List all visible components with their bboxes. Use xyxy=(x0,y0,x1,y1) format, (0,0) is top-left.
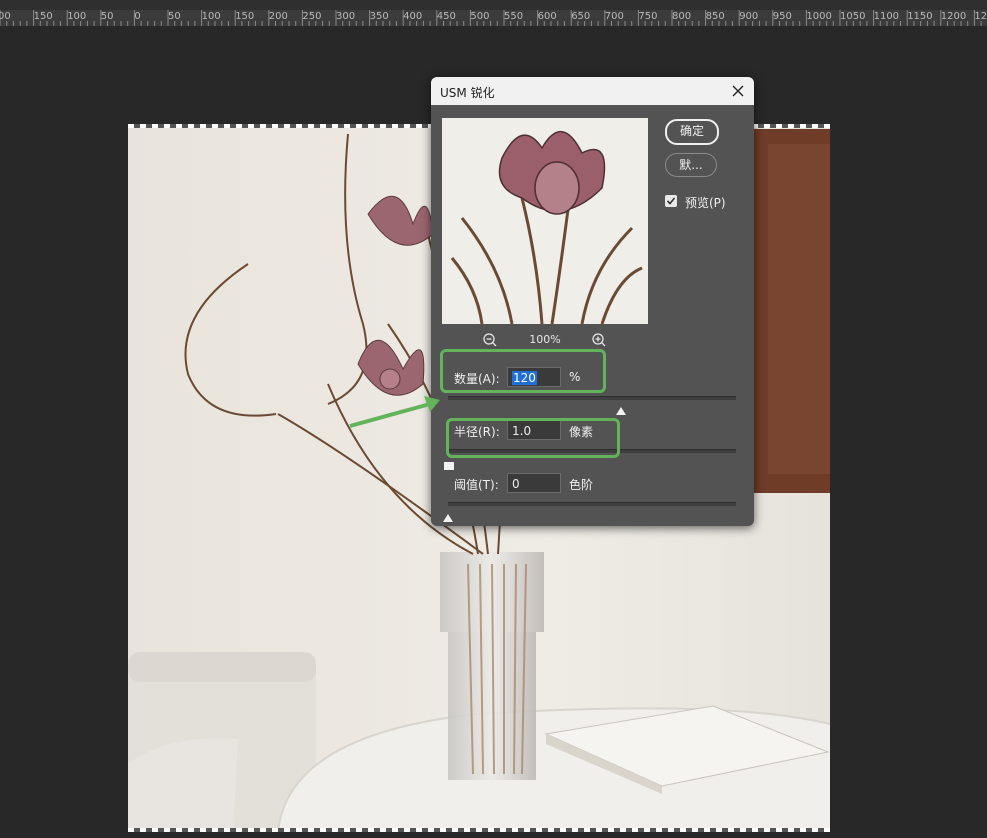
ruler-label: 400 xyxy=(403,11,423,22)
ruler-label: 450 xyxy=(436,11,456,22)
ruler-label: 1200 xyxy=(940,11,967,22)
zoom-in-icon[interactable] xyxy=(591,332,607,348)
amount-highlight-box xyxy=(440,349,606,393)
ruler-label: 150 xyxy=(235,11,255,22)
ruler-label: 50 xyxy=(100,11,114,22)
radius-highlight-box xyxy=(446,418,620,458)
ruler-label: 300 xyxy=(336,11,356,22)
dialog-titlebar[interactable]: USM 锐化 xyxy=(431,77,754,105)
ruler-label: 1250 xyxy=(974,11,987,22)
ruler-label: 0 xyxy=(134,11,141,22)
default-button[interactable]: 默... xyxy=(665,153,717,177)
preview-zoom-controls: 100% xyxy=(442,331,648,349)
ruler-ticks xyxy=(0,10,982,26)
ruler-label: 1100 xyxy=(873,11,900,22)
dialog-title: USM 锐化 xyxy=(440,86,495,100)
ruler-label: 100 xyxy=(67,11,87,22)
threshold-slider-thumb[interactable] xyxy=(443,507,453,522)
ruler-label: 00 xyxy=(0,11,11,22)
threshold-label: 阈值(T): xyxy=(454,478,499,492)
ruler-label: 1150 xyxy=(907,11,933,22)
amount-slider-track[interactable] xyxy=(448,396,736,400)
ruler-label: 350 xyxy=(369,11,389,22)
ruler-label: 850 xyxy=(705,11,725,22)
ruler-label: 150 xyxy=(33,11,53,22)
ruler-label: 100 xyxy=(201,11,221,22)
ruler-label: 1050 xyxy=(840,11,866,22)
ruler-label: 600 xyxy=(537,11,557,22)
ruler-label: 500 xyxy=(470,11,490,22)
preview-checkbox[interactable] xyxy=(665,195,677,207)
preview-label[interactable]: 预览(P) xyxy=(685,194,726,211)
ruler-label: 250 xyxy=(302,11,322,22)
ruler-label: 1000 xyxy=(806,11,832,22)
horizontal-ruler[interactable]: 00 150 100 50 0 50 100 150 200 250 300 350 400 450 500… xyxy=(0,0,987,26)
threshold-slider-track[interactable] xyxy=(448,502,736,506)
selection-marquee-bottom xyxy=(128,828,830,832)
checkmark-icon xyxy=(666,197,676,205)
ruler-label: 900 xyxy=(739,11,759,22)
arrow-icon xyxy=(349,396,440,428)
zoom-level: 100% xyxy=(529,333,561,346)
ruler-label: 950 xyxy=(772,11,792,22)
ruler-label: 650 xyxy=(571,11,591,22)
ok-button[interactable]: 确定 xyxy=(665,119,719,145)
ruler-top-strip xyxy=(0,0,987,10)
ruler-label: 200 xyxy=(268,11,288,22)
ruler-label: 800 xyxy=(672,11,692,22)
preview-image[interactable] xyxy=(442,118,648,324)
threshold-input[interactable]: 0 xyxy=(507,473,561,493)
unsharp-mask-dialog: USM 锐化 100% 确定 默... 预览(P) 数量(A): 120 % 半… xyxy=(431,77,754,526)
ruler-label: 50 xyxy=(168,11,181,22)
ruler-label: 700 xyxy=(604,11,624,22)
close-icon[interactable] xyxy=(728,81,748,101)
threshold-unit: 色阶 xyxy=(569,478,594,492)
ruler-label: 750 xyxy=(638,11,658,22)
ruler-label: 550 xyxy=(504,11,524,22)
amount-slider-thumb[interactable] xyxy=(615,400,626,415)
